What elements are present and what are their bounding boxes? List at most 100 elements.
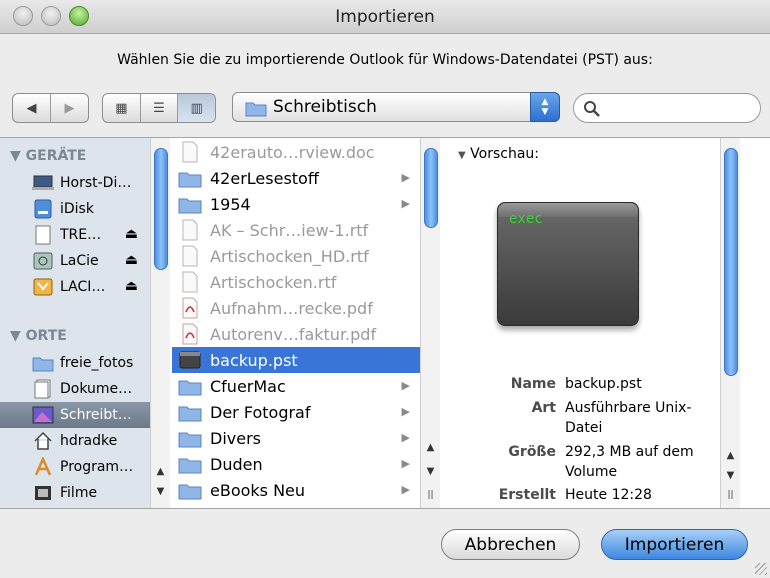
info-value-kind: Ausführbare Unix-Datei xyxy=(565,400,692,436)
file-row[interactable]: 42erLesestoff ▶ xyxy=(172,165,420,191)
sidebar-section-places[interactable]: ▼ ORTE xyxy=(10,328,67,344)
file-row[interactable]: eBooks Neu ▶ xyxy=(172,477,420,503)
popup-stepper-icon: ▲ ▼ xyxy=(530,92,560,122)
back-arrow-icon: ◀ xyxy=(26,100,37,116)
chevron-right-icon: ▶ xyxy=(401,431,410,444)
file-browser: ▼ GERÄTE Horst-Di… iDisk TRE… ⏏ LaCie ⏏ … xyxy=(0,137,770,509)
document-icon xyxy=(178,141,202,163)
desktop-icon xyxy=(32,405,54,425)
chevron-right-icon: ▶ xyxy=(401,197,410,210)
scroll-down-arrow-icon[interactable]: ▼ xyxy=(421,466,440,482)
file-column-scrollbar[interactable]: ▲ ▼ || xyxy=(420,138,440,508)
import-button[interactable]: Importieren xyxy=(601,529,748,560)
file-scroll-thumb[interactable] xyxy=(424,148,438,228)
sidebar-item-laci[interactable]: LACI… ⏏ xyxy=(0,274,150,300)
sidebar-section-devices[interactable]: ▼ GERÄTE xyxy=(10,148,86,164)
movies-icon xyxy=(32,483,54,503)
file-name: Duden xyxy=(210,454,263,474)
preview-heading[interactable]: ▼ Vorschau: xyxy=(458,146,539,162)
icon-view-button[interactable]: ▦ xyxy=(103,94,141,122)
chevron-right-icon: ▶ xyxy=(401,379,410,392)
preview-scrollbar[interactable]: ▲ ▼ || xyxy=(720,138,740,508)
file-row[interactable]: Autorenv…faktur.pdf xyxy=(172,321,420,347)
file-name: Aufnahm…recke.pdf xyxy=(210,298,373,318)
file-row[interactable]: backup.pst xyxy=(172,347,420,373)
document-icon xyxy=(178,245,202,267)
file-name: Divers xyxy=(210,428,261,448)
cancel-button[interactable]: Abbrechen xyxy=(441,529,580,560)
location-popup[interactable]: Schreibtisch ▲ ▼ xyxy=(232,92,560,122)
folder-icon xyxy=(178,401,202,423)
sidebar-item-idisk[interactable]: iDisk xyxy=(0,196,150,222)
chevron-right-icon: ▶ xyxy=(401,457,410,470)
file-name: Der Fotograf xyxy=(210,402,311,422)
sidebar-item-filme[interactable]: Filme xyxy=(0,480,150,506)
scroll-down-arrow-icon[interactable]: ▼ xyxy=(721,470,740,486)
exec-file-icon xyxy=(178,349,202,371)
document-icon xyxy=(178,219,202,241)
forward-arrow-icon: ▶ xyxy=(64,100,75,116)
eject-icon[interactable]: ⏏ xyxy=(125,226,138,242)
forward-button[interactable]: ▶ xyxy=(51,94,88,122)
info-value-name: backup.pst xyxy=(565,376,642,392)
column-resize-handle[interactable]: || xyxy=(421,490,440,506)
preview-scroll-thumb[interactable] xyxy=(724,148,738,376)
sidebar-item-freie-fotos[interactable]: freie_fotos xyxy=(0,350,150,376)
folder-icon xyxy=(178,453,202,475)
list-view-button[interactable]: ☰ xyxy=(141,94,179,122)
sidebar-scroll-thumb[interactable] xyxy=(154,148,168,270)
file-row[interactable]: 42erauto…rview.doc xyxy=(172,139,420,165)
exec-file-icon: exec xyxy=(497,202,639,326)
documents-icon xyxy=(32,379,54,399)
folder-icon xyxy=(178,427,202,449)
search-input[interactable] xyxy=(604,99,752,117)
file-name: backup.pst xyxy=(210,350,298,370)
file-row[interactable]: AK – Schr…iew-1.rtf xyxy=(172,217,420,243)
location-label: Schreibtisch xyxy=(273,97,377,117)
sidebar-scrollbar[interactable]: ▲ ▼ xyxy=(150,138,170,508)
scroll-up-arrow-icon[interactable]: ▲ xyxy=(421,442,440,458)
sidebar-item-lacie[interactable]: LaCie ⏏ xyxy=(0,248,150,274)
window-title: Importieren xyxy=(335,7,435,27)
file-name: 42erLesestoff xyxy=(210,168,319,188)
idisk-icon xyxy=(32,199,54,219)
file-row[interactable]: Aufnahm…recke.pdf xyxy=(172,295,420,321)
file-row[interactable]: Duden ▶ xyxy=(172,451,420,477)
column-view-button[interactable]: ▥ xyxy=(178,94,215,122)
nav-buttons: ◀ ▶ xyxy=(12,93,89,123)
file-row[interactable]: Artischocken_HD.rtf xyxy=(172,243,420,269)
file-row[interactable]: 1954 ▶ xyxy=(172,191,420,217)
exec-icon-label: exec xyxy=(509,211,543,227)
sidebar-item-schreibtisch[interactable]: Schreibt… xyxy=(0,402,150,428)
eject-icon[interactable]: ⏏ xyxy=(125,252,138,268)
eject-icon[interactable]: ⏏ xyxy=(125,278,138,294)
column-view-icon: ▥ xyxy=(190,100,203,116)
file-row[interactable]: Der Fotograf ▶ xyxy=(172,399,420,425)
resize-grip-icon[interactable] xyxy=(755,563,767,575)
external-drive-icon xyxy=(32,277,54,297)
info-value-size: 292,3 MB auf dem Volume xyxy=(565,444,694,480)
file-row[interactable]: CfuerMac ▶ xyxy=(172,373,420,399)
sidebar-item-hdradke[interactable]: hdradke xyxy=(0,428,150,454)
back-button[interactable]: ◀ xyxy=(13,94,51,122)
sidebar: ▼ GERÄTE Horst-Di… iDisk TRE… ⏏ LaCie ⏏ … xyxy=(0,138,150,508)
info-key-name: Name xyxy=(510,376,556,392)
scroll-up-arrow-icon[interactable]: ▲ xyxy=(151,466,170,482)
file-column: 42erauto…rview.doc 42erLesestoff ▶ 1954 ▶ AK … xyxy=(172,138,420,508)
sidebar-item-horst-disk[interactable]: Horst-Di… xyxy=(0,170,150,196)
file-row[interactable]: Artischocken.rtf xyxy=(172,269,420,295)
file-name: AK – Schr…iew-1.rtf xyxy=(210,220,369,240)
scroll-up-arrow-icon[interactable]: ▲ xyxy=(721,450,740,466)
file-row[interactable]: Divers ▶ xyxy=(172,425,420,451)
column-resize-handle[interactable]: || xyxy=(721,490,740,506)
view-mode-buttons: ▦ ☰ ▥ xyxy=(102,93,216,123)
sidebar-item-tre[interactable]: TRE… ⏏ xyxy=(0,222,150,248)
scroll-down-arrow-icon[interactable]: ▼ xyxy=(151,486,170,502)
info-key-created: Erstellt xyxy=(498,487,556,503)
sidebar-item-programme[interactable]: Program… xyxy=(0,454,150,480)
home-icon xyxy=(32,431,54,451)
chevron-right-icon: ▶ xyxy=(401,171,410,184)
sidebar-item-dokumente[interactable]: Dokume… xyxy=(0,376,150,402)
file-name: eBooks Neu xyxy=(210,480,306,500)
search-field[interactable] xyxy=(573,93,761,123)
